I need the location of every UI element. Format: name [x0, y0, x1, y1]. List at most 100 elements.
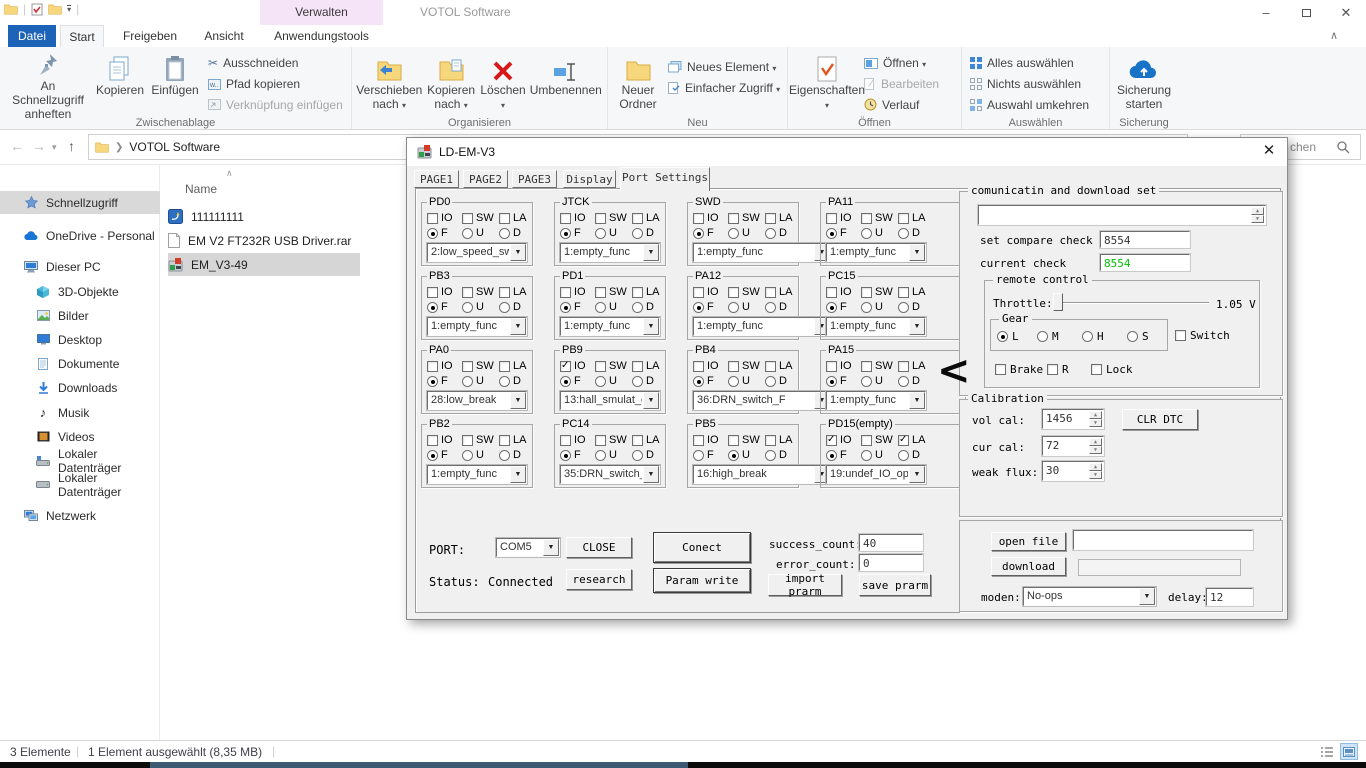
sidebar-item-documents[interactable]: Dokumente — [0, 352, 160, 375]
tab-page1[interactable]: PAGE1 — [414, 170, 459, 188]
port-function-select[interactable]: 2:low_speed_sw ▼ — [427, 243, 527, 262]
pin-to-quickaccess-button[interactable]: An Schnellzugriff anheften — [4, 50, 92, 115]
sidebar-item-videos[interactable]: Videos — [0, 425, 160, 448]
switch-checkbox[interactable] — [1175, 330, 1186, 341]
switch-option[interactable]: Switch — [1175, 329, 1230, 342]
new-item-button[interactable]: Neues Element ▾ — [668, 56, 780, 77]
la-checkbox[interactable] — [499, 361, 510, 372]
io-checkbox[interactable] — [826, 287, 837, 298]
io-checkbox[interactable] — [427, 361, 438, 372]
open-file-input[interactable] — [1073, 530, 1253, 550]
sw-checkbox[interactable] — [595, 287, 606, 298]
sidebar-item-localdisk-1[interactable]: Lokaler Datenträger — [0, 449, 160, 472]
sw-checkbox[interactable] — [462, 287, 473, 298]
brake-option[interactable]: Brake — [995, 363, 1043, 376]
clr-dtc-button[interactable]: CLR DTC — [1122, 409, 1198, 430]
la-checkbox[interactable] — [632, 361, 643, 372]
la-checkbox[interactable] — [499, 213, 510, 224]
forward-icon[interactable]: → — [32, 138, 46, 154]
maximize-button[interactable] — [1286, 0, 1326, 25]
spinner-icon[interactable]: ▲▼ — [1089, 463, 1102, 479]
properties-button[interactable]: Eigenschaften▾ — [792, 50, 862, 115]
io-checkbox[interactable] — [427, 435, 438, 446]
port-function-select[interactable]: 1:empty_func ▼ — [826, 243, 926, 262]
d-radio[interactable] — [765, 376, 776, 387]
sidebar-item-3dobjects[interactable]: 3D-Objekte — [0, 280, 160, 303]
u-radio[interactable] — [728, 450, 739, 461]
sw-checkbox[interactable] — [462, 361, 473, 372]
d-radio[interactable] — [499, 228, 510, 239]
sw-checkbox[interactable] — [462, 213, 473, 224]
tab-datei[interactable]: Datei — [8, 25, 56, 47]
la-checkbox[interactable] — [499, 435, 510, 446]
io-checkbox[interactable] — [693, 361, 704, 372]
sw-checkbox[interactable] — [861, 213, 872, 224]
d-radio[interactable] — [632, 376, 643, 387]
close-port-button[interactable]: CLOSE — [566, 537, 632, 558]
d-radio[interactable] — [898, 228, 909, 239]
io-checkbox[interactable] — [560, 361, 571, 372]
recent-locations-icon[interactable]: ▾ — [52, 142, 57, 153]
la-checkbox[interactable] — [898, 435, 909, 446]
u-radio[interactable] — [861, 376, 872, 387]
f-radio[interactable] — [826, 450, 837, 461]
d-radio[interactable] — [765, 450, 776, 461]
spinner-icon[interactable]: ▲▼ — [1089, 411, 1102, 427]
gear-l-option[interactable]: L — [997, 330, 1019, 343]
f-radio[interactable] — [693, 450, 704, 461]
f-radio[interactable] — [560, 302, 571, 313]
weak-flux-field[interactable]: 30▲▼ — [1042, 461, 1104, 481]
f-radio[interactable] — [427, 450, 438, 461]
d-radio[interactable] — [499, 376, 510, 387]
copy-path-button[interactable]: w.. Pfad kopieren — [208, 74, 343, 95]
d-radio[interactable] — [632, 302, 643, 313]
delay-field[interactable]: 12 — [1206, 588, 1253, 606]
d-radio[interactable] — [499, 450, 510, 461]
select-none-button[interactable]: Nichts auswählen — [970, 74, 1089, 95]
sort-ascending-icon[interactable]: ∧ — [226, 168, 233, 179]
sidebar-item-desktop[interactable]: Desktop — [0, 328, 160, 351]
port-function-select[interactable]: 1:empty_func ▼ — [560, 317, 660, 336]
column-header-name[interactable]: Name — [185, 182, 217, 196]
tab-page3[interactable]: PAGE3 — [512, 170, 557, 188]
start-backup-button[interactable]: Sicherung starten — [1114, 50, 1174, 115]
copy-button[interactable]: Kopieren — [92, 50, 148, 115]
port-function-select[interactable]: 13:hall_smulat_o ▼ — [560, 391, 660, 410]
gear-m-option[interactable]: M — [1037, 330, 1059, 343]
port-function-select[interactable]: 16:high_break ▼ — [693, 465, 831, 484]
sidebar-item-localdisk-2[interactable]: Lokaler Datenträger — [0, 473, 160, 496]
sw-checkbox[interactable] — [462, 435, 473, 446]
u-radio[interactable] — [861, 302, 872, 313]
select-all-button[interactable]: Alles auswählen — [970, 53, 1089, 74]
comm-input[interactable]: ▲▼ — [978, 205, 1266, 225]
la-checkbox[interactable] — [632, 287, 643, 298]
d-radio[interactable] — [898, 302, 909, 313]
sw-checkbox[interactable] — [728, 213, 739, 224]
la-checkbox[interactable] — [632, 435, 643, 446]
d-radio[interactable] — [765, 302, 776, 313]
tab-ansicht[interactable]: Ansicht — [196, 25, 252, 47]
f-radio[interactable] — [693, 376, 704, 387]
port-function-select[interactable]: 35:DRN_switch_D ▼ — [560, 465, 660, 484]
m-radio[interactable] — [1037, 331, 1048, 342]
io-checkbox[interactable] — [693, 287, 704, 298]
d-radio[interactable] — [898, 376, 909, 387]
io-checkbox[interactable] — [826, 435, 837, 446]
u-radio[interactable] — [595, 228, 606, 239]
throttle-slider-thumb[interactable] — [1053, 293, 1063, 311]
rename-button[interactable]: Umbenennen — [527, 50, 605, 115]
la-checkbox[interactable] — [898, 213, 909, 224]
u-radio[interactable] — [595, 302, 606, 313]
f-radio[interactable] — [427, 302, 438, 313]
tab-port-settings[interactable]: Port Settings — [620, 167, 710, 191]
sidebar-item-onedrive[interactable]: OneDrive - Personal — [0, 224, 160, 247]
port-function-select[interactable]: 1:empty_func ▼ — [826, 391, 926, 410]
port-function-select[interactable]: 1:empty_func ▼ — [693, 243, 831, 262]
sidebar-item-quickaccess[interactable]: Schnellzugriff — [0, 191, 160, 214]
io-checkbox[interactable] — [693, 435, 704, 446]
close-button[interactable]: ✕ — [1326, 0, 1366, 25]
sw-checkbox[interactable] — [861, 287, 872, 298]
f-radio[interactable] — [427, 228, 438, 239]
io-checkbox[interactable] — [427, 287, 438, 298]
up-icon[interactable]: ↑ — [68, 138, 75, 154]
